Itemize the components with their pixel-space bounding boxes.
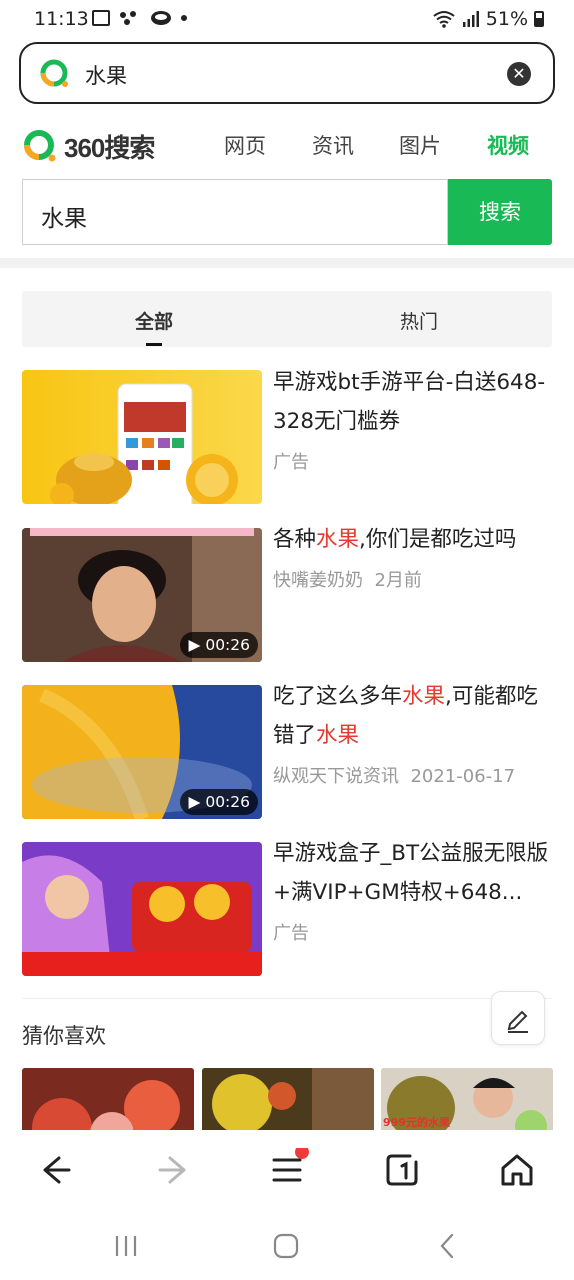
play-icon: ▶ (188, 636, 201, 654)
status-notification-icons (92, 9, 187, 27)
status-time: 11:13 (34, 8, 89, 30)
search-input-value: 水果 (41, 206, 87, 232)
result-source: 快嘴姜奶奶 (273, 570, 363, 591)
cloud-notification-icon (151, 11, 171, 25)
battery-percent: 51% (485, 8, 528, 30)
search-input[interactable]: 水果 (22, 179, 448, 245)
result-thumbnail[interactable] (22, 370, 262, 504)
result-source: 纵观天下说资讯 (273, 766, 399, 787)
clear-icon[interactable]: ✕ (507, 62, 531, 86)
logo-icon (24, 130, 56, 162)
recommend-thumbnail[interactable] (202, 1068, 374, 1130)
tab-switch-icon[interactable] (380, 1148, 424, 1192)
result-meta: 纵观天下说资讯 2021-06-17 (273, 762, 515, 788)
result-title[interactable]: 吃了这么多年水果,可能都吃错了水果 (273, 677, 558, 755)
search-engine-logo-icon (40, 59, 68, 87)
nav-news[interactable]: 资讯 (312, 130, 354, 160)
result-thumbnail[interactable]: ▶ 00:26 (22, 685, 262, 819)
recommend-thumbnail[interactable] (22, 1068, 194, 1130)
tab-active-indicator (146, 343, 162, 346)
address-bar[interactable]: 水果 ✕ (19, 42, 555, 104)
gallery-notification-icon (92, 10, 110, 26)
ad-label: 广告 (273, 452, 309, 473)
result-title[interactable]: 早游戏bt手游平台-白送648-328无门槛券 (273, 363, 558, 441)
thumbnail-caption: 999元的水果 (383, 1116, 450, 1129)
status-bar: 11:13 51% (0, 0, 574, 40)
play-icon: ▶ (188, 793, 201, 811)
battery-icon (534, 11, 544, 27)
menu-icon[interactable] (265, 1148, 309, 1192)
search-button[interactable]: 搜索 (448, 179, 552, 245)
back-nav-icon[interactable] (434, 1232, 462, 1260)
ad-label: 广告 (273, 923, 309, 944)
result-title[interactable]: 早游戏盒子_BT公益服无限版+满VIP+GM特权+648... (273, 834, 558, 912)
result-thumbnail[interactable] (22, 842, 262, 976)
browser-toolbar (0, 1130, 574, 1212)
video-duration: ▶ 00:26 (180, 632, 258, 658)
edit-button[interactable] (491, 991, 545, 1045)
more-notifications-icon (181, 15, 187, 21)
guess-section-title: 猜你喜欢 (22, 1024, 106, 1048)
nav-video[interactable]: 视频 (487, 130, 529, 160)
nav-web[interactable]: 网页 (224, 130, 266, 160)
arrow-right-icon[interactable] (152, 1148, 196, 1192)
home-nav-icon[interactable] (272, 1232, 300, 1260)
system-nav-bar (0, 1212, 574, 1280)
address-bar-query[interactable]: 水果 (85, 60, 127, 90)
recommend-thumbnail[interactable]: 999元的水果 (381, 1068, 553, 1130)
wifi-icon (433, 11, 455, 28)
result-title[interactable]: 各种水果,你们是都吃过吗 (273, 520, 558, 559)
brand-name: 360搜索 (64, 132, 155, 163)
home-icon[interactable] (495, 1148, 539, 1192)
tab-hot[interactable]: 热门 (400, 307, 438, 334)
video-duration: ▶ 00:26 (180, 789, 258, 815)
edit-icon (507, 1010, 528, 1033)
recent-apps-icon[interactable] (112, 1232, 140, 1260)
result-tabs: 全部 热门 (22, 291, 552, 347)
result-meta: 快嘴姜奶奶 2月前 (273, 566, 422, 592)
result-thumbnail[interactable]: ▶ 00:26 (22, 528, 262, 662)
result-date: 2021-06-17 (410, 766, 516, 787)
status-right: 51% (432, 8, 544, 30)
arrow-left-icon[interactable] (33, 1148, 77, 1192)
signal-icon (462, 11, 479, 27)
section-divider (0, 258, 574, 268)
dots-notification-icon (120, 11, 136, 25)
section-separator (22, 998, 552, 999)
nav-images[interactable]: 图片 (399, 130, 441, 160)
site-logo[interactable]: 360搜索 (22, 126, 155, 166)
result-date: 2月前 (374, 570, 422, 591)
tab-all[interactable]: 全部 (135, 307, 173, 334)
